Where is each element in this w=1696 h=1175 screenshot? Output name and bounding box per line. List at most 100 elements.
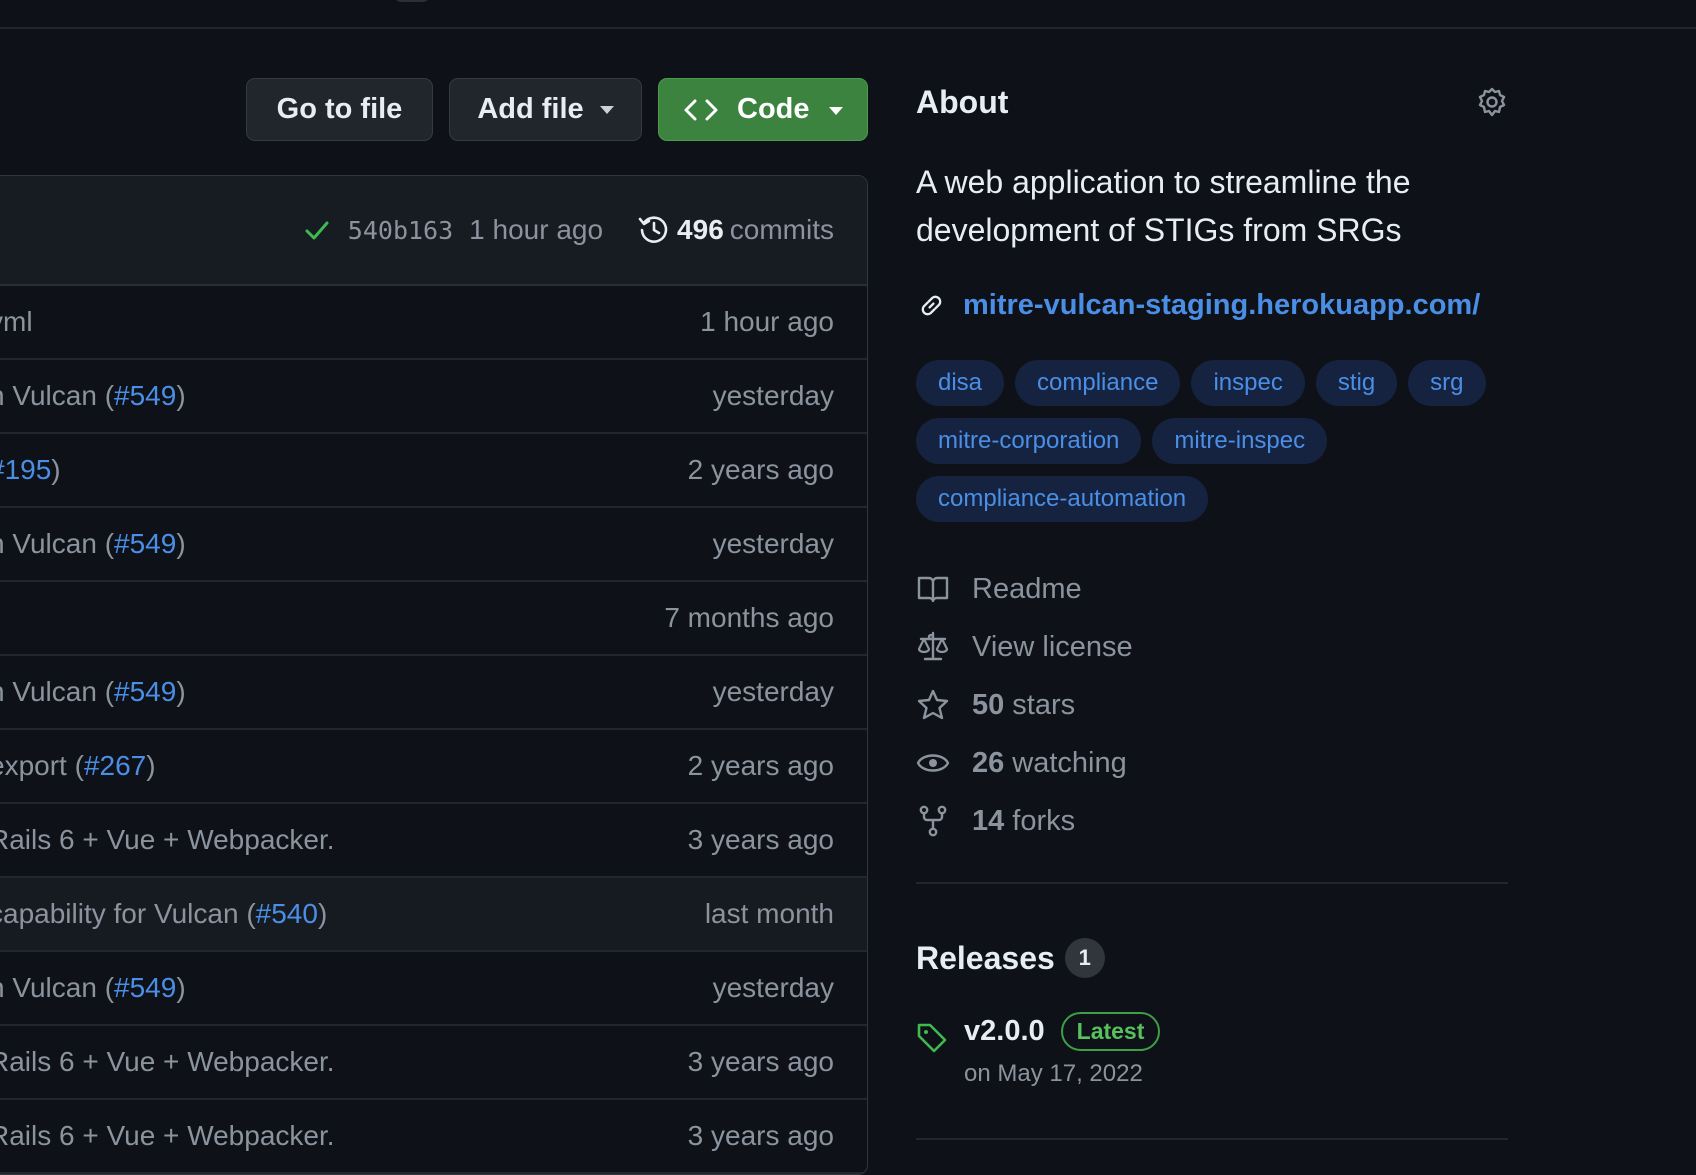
commit-message[interactable]: export (#267)	[0, 750, 156, 782]
add-file-button[interactable]: Add file	[449, 78, 642, 141]
stars-link[interactable]: 50 stars	[916, 676, 1133, 734]
pull-request-link[interactable]: #267	[84, 750, 146, 781]
commit-message[interactable]: Rails 6 + Vue + Webpacker.	[0, 824, 335, 856]
pull-request-link[interactable]: #549	[114, 972, 176, 1003]
header-avatar-edge	[392, 0, 432, 2]
watching-label: watching	[1012, 746, 1127, 779]
commit-message[interactable]: Rails 6 + Vue + Webpacker.	[0, 1120, 335, 1152]
commit-message[interactable]: n Vulcan (#549)	[0, 972, 186, 1004]
commit-time: 3 years ago	[687, 824, 834, 855]
history-icon	[638, 216, 668, 243]
forks-count: 14	[972, 804, 1005, 837]
commits-link[interactable]: 496 commits	[637, 213, 834, 247]
about-heading: About	[916, 84, 1009, 120]
gear-icon[interactable]	[1476, 86, 1508, 118]
commit-message[interactable]: n Vulcan (#549)	[0, 676, 186, 708]
latest-commit-bar: 540b163 1 hour ago 496 commits	[0, 176, 867, 286]
add-file-label: Add file	[477, 93, 584, 125]
fork-icon	[919, 805, 947, 837]
license-link[interactable]: View license	[916, 618, 1133, 676]
commit-message-text: n Vulcan (	[0, 972, 115, 1003]
commit-message-suffix: )	[317, 898, 328, 929]
sidebar-divider	[916, 1138, 1508, 1140]
commit-message-text: Rails 6 + Vue + Webpacker.	[0, 1046, 335, 1077]
commit-message[interactable]: n Vulcan (#549)	[0, 528, 186, 560]
pull-request-link[interactable]: #540	[256, 898, 318, 929]
file-row[interactable]: n Vulcan (#549) yesterday	[0, 508, 867, 582]
commit-message-suffix: )	[146, 750, 156, 781]
tag-icon	[917, 1023, 947, 1053]
commit-time: last month	[704, 898, 834, 929]
chevron-down-icon	[829, 107, 843, 115]
commit-message[interactable]: Rails 6 + Vue + Webpacker.	[0, 1046, 335, 1078]
commit-message-text: n Vulcan (	[0, 676, 115, 707]
commit-message-suffix: )	[51, 454, 61, 485]
code-icon	[684, 99, 718, 120]
topic-tag[interactable]: srg	[1408, 360, 1486, 406]
releases-counter: 1	[1064, 938, 1105, 978]
file-rows: yml1 hour agon Vulcan (#549)yesterday#19…	[0, 286, 867, 1174]
code-label: Code	[737, 93, 810, 125]
commit-message-text: n Vulcan (	[0, 380, 115, 411]
file-row[interactable]: n Vulcan (#549) yesterday	[0, 952, 867, 1026]
commit-message-text: Rails 6 + Vue + Webpacker.	[0, 1120, 335, 1151]
pull-request-link[interactable]: #549	[114, 528, 176, 559]
topic-tag[interactable]: stig	[1315, 360, 1398, 406]
commit-time: yesterday	[712, 380, 834, 411]
file-row[interactable]: #195) 2 years ago	[0, 434, 867, 508]
chevron-down-icon	[599, 105, 614, 114]
commit-time: 1 hour ago	[469, 214, 604, 245]
commit-message-text: Rails 6 + Vue + Webpacker.	[0, 824, 335, 855]
go-to-file-button[interactable]: Go to file	[246, 78, 433, 141]
stars-label: stars	[1012, 688, 1076, 721]
release-date: on May 17, 2022	[964, 1060, 1143, 1087]
repo-description: A web application to streamline the deve…	[916, 164, 1411, 248]
commit-message[interactable]: #195)	[0, 454, 61, 486]
commit-message-suffix: )	[176, 380, 186, 411]
law-icon	[917, 631, 949, 661]
topic-tag[interactable]: compliance	[1015, 360, 1181, 406]
watching-link[interactable]: 26 watching	[916, 734, 1133, 792]
file-row[interactable]: n Vulcan (#549) yesterday	[0, 656, 867, 730]
book-icon	[917, 576, 949, 603]
file-row[interactable]: Rails 6 + Vue + Webpacker. 3 years ago	[0, 804, 867, 878]
commit-message[interactable]: capability for Vulcan (#540)	[0, 898, 327, 930]
file-row[interactable]: yml 1 hour ago	[0, 286, 867, 360]
readme-link[interactable]: Readme	[916, 560, 1133, 618]
topics-list: disa compliance inspec stig srg mitre-corpora…	[916, 360, 1516, 522]
commit-message[interactable]: yml	[0, 306, 33, 338]
file-row[interactable]: Rails 6 + Vue + Webpacker. 3 years ago	[0, 1100, 867, 1174]
file-row[interactable]: n Vulcan (#549) yesterday	[0, 360, 867, 434]
topic-tag[interactable]: compliance-automation	[916, 476, 1209, 522]
code-button[interactable]: Code	[658, 78, 868, 141]
topic-tag[interactable]: inspec	[1191, 360, 1305, 406]
file-row[interactable]: export (#267) 2 years ago	[0, 730, 867, 804]
pull-request-link[interactable]: #549	[114, 380, 176, 411]
topic-tag[interactable]: mitre-inspec	[1152, 418, 1328, 464]
pull-request-link[interactable]: #549	[114, 676, 176, 707]
commit-time: yesterday	[712, 972, 834, 1003]
commit-message-suffix: )	[176, 676, 186, 707]
commit-time: 3 years ago	[687, 1120, 834, 1151]
commit-message-suffix: )	[176, 972, 186, 1003]
eye-icon	[916, 754, 950, 772]
header-divider	[0, 27, 1696, 29]
release-version[interactable]: v2.0.0	[964, 1015, 1045, 1048]
file-row[interactable]: Rails 6 + Vue + Webpacker. 3 years ago	[0, 1026, 867, 1100]
star-icon	[917, 689, 949, 720]
watching-count: 26	[972, 746, 1005, 779]
forks-label: forks	[1012, 804, 1076, 837]
releases-heading[interactable]: Releases 1	[916, 938, 1105, 978]
repo-meta-list: Readme View license 50 stars 26 watching…	[916, 560, 1133, 850]
website-link[interactable]: mitre-vulcan-staging.herokuapp.com/	[963, 289, 1480, 322]
commit-time: 1 hour ago	[700, 306, 834, 337]
forks-link[interactable]: 14 forks	[916, 792, 1133, 850]
commit-message[interactable]: n Vulcan (#549)	[0, 380, 186, 412]
license-label: View license	[972, 630, 1133, 663]
topic-tag[interactable]: mitre-corporation	[916, 418, 1142, 464]
commit-sha-link[interactable]: 540b163	[348, 216, 453, 245]
file-row[interactable]: 7 months ago	[0, 582, 867, 656]
pull-request-link[interactable]: #195	[0, 454, 51, 485]
file-row[interactable]: capability for Vulcan (#540) last month	[0, 878, 867, 952]
topic-tag[interactable]: disa	[916, 360, 1005, 406]
